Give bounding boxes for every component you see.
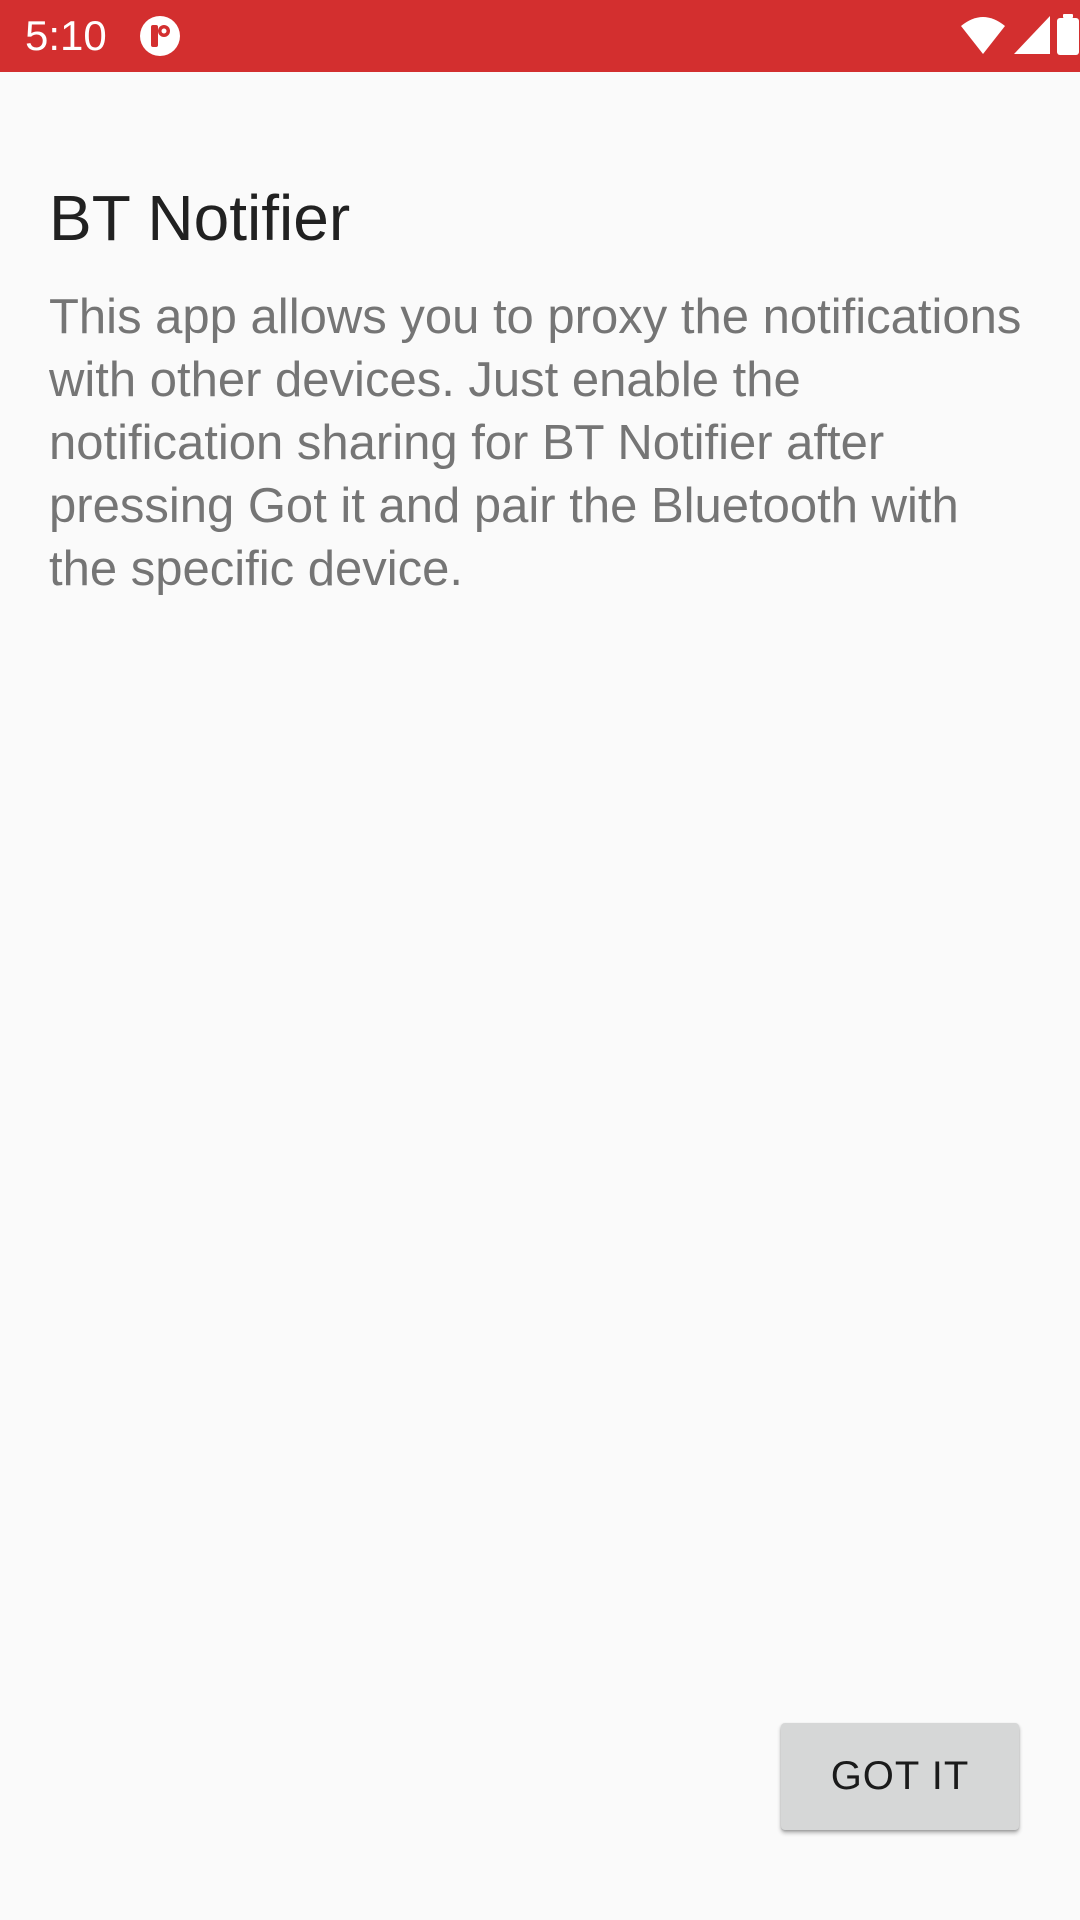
intro-content: BT Notifier This app allows you to proxy… [49, 180, 1029, 601]
got-it-button[interactable]: GOT IT [781, 1723, 1019, 1830]
status-bar: 5:10 [0, 0, 1080, 72]
page-title: BT Notifier [49, 182, 351, 254]
app-notification-icon [139, 15, 181, 57]
intro-description: This app allows you to proxy the notific… [49, 290, 1022, 596]
status-time: 5:10 [25, 12, 107, 59]
